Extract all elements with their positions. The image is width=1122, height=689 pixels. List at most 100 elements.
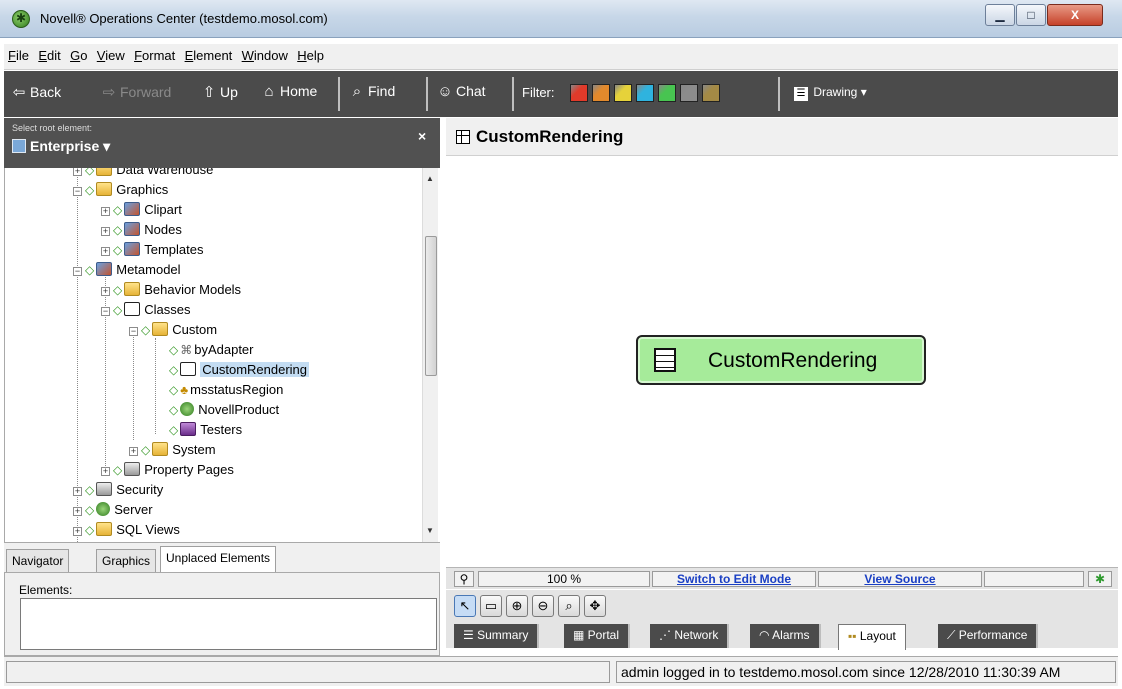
filter-grey-button[interactable] [680,84,698,102]
collapse-icon[interactable]: − [73,267,82,276]
find-button[interactable]: ⌕ Find [348,83,395,100]
menu-file[interactable]: File [4,44,32,63]
node-label: CustomRendering [708,349,878,372]
expand-icon[interactable]: + [101,227,110,236]
tab-unplaced-elements[interactable]: Unplaced Elements [160,546,277,574]
chat-button[interactable]: ☺ Chat [436,83,485,100]
novell-app-icon [12,10,30,28]
tab-navigator[interactable]: Navigator [6,549,70,573]
toolbar-separator [778,77,780,111]
tab-graphics[interactable]: Graphics [96,549,157,573]
class-cube-icon [456,130,470,144]
tree-item-msstatusregion[interactable]: ◇ ♣ msstatusRegion [169,380,283,400]
maximize-button[interactable]: □ [1016,4,1046,26]
expand-icon[interactable]: + [101,287,110,296]
menu-help[interactable]: Help [294,44,327,63]
layout-icon: ▪▪ [848,629,860,643]
up-button[interactable]: ⇧ Up [200,83,238,101]
root-element-selector[interactable]: Enterprise ▾ [12,138,110,155]
marquee-select-icon[interactable]: ▭ [480,595,502,617]
status-diamond-icon: ◇ [85,523,95,537]
expand-icon[interactable]: + [73,527,82,536]
tree-item-system[interactable]: + ◇ System [129,440,216,460]
tree-item-novellproduct[interactable]: ◇ NovellProduct [169,400,279,420]
tab-performance[interactable]: ⟋ Performance [938,624,1039,648]
view-source-link[interactable]: View Source [818,571,982,587]
collapse-icon[interactable]: − [73,187,82,196]
status-diamond-icon: ◇ [85,503,95,517]
close-button[interactable]: X [1047,4,1103,26]
tree-item-custom[interactable]: − ◇ Custom [129,320,217,340]
scroll-down-arrow-icon[interactable]: ▼ [426,526,434,535]
minimize-button[interactable]: ▁ [985,4,1015,26]
menu-element[interactable]: Element [182,44,236,63]
up-arrow-icon: ⇧ [202,84,216,101]
filter-orange-button[interactable] [592,84,610,102]
filter-yellow-button[interactable] [614,84,632,102]
tree-item-security[interactable]: + ◇ Security [73,480,163,500]
tree-item-customrendering[interactable]: ◇ CustomRendering [169,360,310,380]
filter-green-button[interactable] [658,84,676,102]
tab-portal[interactable]: ▦ Portal [564,624,631,648]
expand-icon[interactable]: + [129,447,138,456]
tree-item-server[interactable]: + ◇ Server [73,500,153,520]
lock-icon[interactable]: ⚲ [454,571,474,587]
tree-item-nodes[interactable]: + ◇ Nodes [101,220,182,240]
close-explorer-button[interactable]: × [418,128,426,144]
filter-label: Filter: [522,85,555,100]
tab-alarms[interactable]: ◠ Alarms [750,624,821,648]
tree-item-property-pages[interactable]: + ◇ Property Pages [101,460,234,480]
back-button[interactable]: ⇦ Back [10,83,61,101]
menu-format[interactable]: Format [131,44,178,63]
tab-network[interactable]: ⋰ Network [650,624,730,648]
menu-view[interactable]: View [94,44,128,63]
filter-blue-button[interactable] [636,84,654,102]
pan-icon[interactable]: ✥ [584,595,606,617]
tree-item-behavior-models[interactable]: + ◇ Behavior Models [101,280,241,300]
scrollbar-thumb[interactable] [425,236,437,376]
drawing-dropdown[interactable]: ☰ Drawing ▾ [794,85,867,101]
tree-item-byadapter[interactable]: ◇ ⌘ byAdapter [169,340,254,360]
menu-window[interactable]: Window [239,44,291,63]
tab-layout[interactable]: ▪▪ Layout [838,624,906,650]
expand-icon[interactable]: + [101,247,110,256]
tree-item-templates[interactable]: + ◇ Templates [101,240,203,260]
collapse-icon[interactable]: − [129,327,138,336]
alarms-icon: ◠ [759,628,773,642]
tree-item-data-warehouse[interactable]: + ◇ Data Warehouse [73,168,213,180]
layout-canvas[interactable]: CustomRendering [446,157,1118,567]
menu-go[interactable]: Go [67,44,90,63]
fit-view-icon[interactable]: ✱ [1088,571,1112,587]
home-button[interactable]: ⌂ Home [260,83,317,100]
zoom-fit-icon[interactable]: ⌕ [558,595,580,617]
element-tree[interactable]: + ◇ Data Warehouse − ◇ Graphics + ◇ Clipart + ◇… [4,168,438,542]
tree-item-clipart[interactable]: + ◇ Clipart [101,200,182,220]
switch-to-edit-mode-link[interactable]: Switch to Edit Mode [652,571,816,587]
filter-unknown-button[interactable] [702,84,720,102]
expand-icon[interactable]: + [73,507,82,516]
elements-list[interactable] [20,598,437,650]
scroll-up-arrow-icon[interactable]: ▲ [426,174,434,183]
tree-item-metamodel[interactable]: − ◇ Metamodel [73,260,181,280]
forward-button[interactable]: ⇨ Forward [100,83,172,101]
expand-icon[interactable]: + [101,207,110,216]
customrendering-node[interactable]: CustomRendering [636,335,926,385]
view-tool-bar: ↖ ▭ ⊕ ⊖ ⌕ ✥ [446,590,1118,624]
tree-item-graphics[interactable]: − ◇ Graphics [73,180,168,200]
zoom-in-icon[interactable]: ⊕ [506,595,528,617]
select-pointer-icon[interactable]: ↖ [454,595,476,617]
filter-red-button[interactable] [570,84,588,102]
tab-summary[interactable]: ☰ Summary [454,624,540,648]
collapse-icon[interactable]: − [101,307,110,316]
tree-item-sql-views[interactable]: + ◇ SQL Views [73,520,180,540]
expand-icon[interactable]: + [73,487,82,496]
menu-edit[interactable]: Edit [35,44,63,63]
tree-item-testers[interactable]: ◇ Testers [169,420,242,440]
enterprise-icon [12,139,26,153]
expand-icon[interactable]: + [73,168,82,176]
tree-scrollbar[interactable]: ▲ ▼ [422,168,438,542]
tree-item-classes[interactable]: − ◇ Classes [101,300,190,320]
expand-icon[interactable]: + [101,467,110,476]
zoom-out-icon[interactable]: ⊖ [532,595,554,617]
drawing-icon: ☰ [794,87,808,101]
